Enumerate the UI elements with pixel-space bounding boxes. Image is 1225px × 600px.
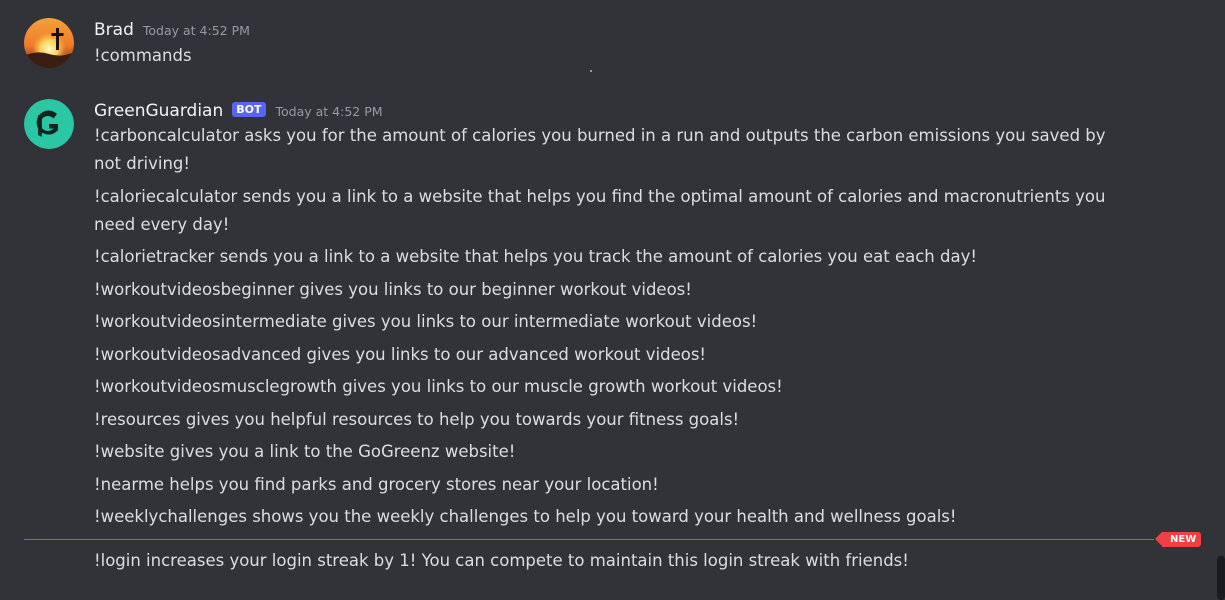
message-line: !calorietracker sends you a link to a we… [94, 247, 977, 266]
message-line: !carboncalculator asks you for the amoun… [94, 126, 1106, 173]
message-content: !commands [94, 46, 192, 65]
green-g-logo-icon [24, 99, 74, 149]
username[interactable]: Brad [94, 20, 134, 40]
message-line: !caloriecalculator sends you a link to a… [94, 186, 1106, 234]
new-messages-badge: NEW [1154, 532, 1202, 547]
message-line: !weeklychallenges shows you the weekly c… [94, 507, 957, 526]
message-line: !workoutvideosbeginner gives you links t… [94, 279, 692, 299]
timestamp[interactable]: Today at 4:52 PM [143, 23, 250, 38]
message-line: !workoutvideosadvanced gives you links t… [94, 344, 707, 364]
message-line: !nearme helps you find parks and grocery… [94, 474, 659, 494]
message-header: Brad Today at 4:52 PM [94, 20, 250, 40]
message-line: !website gives you a link to the GoGreen… [94, 442, 516, 461]
message-header: GreenGuardian BOT Today at 4:52 PM [94, 101, 383, 121]
message-line: !workoutvideosmusclegrowth gives you lin… [94, 377, 783, 396]
message-line: !workoutvideosintermediate gives you lin… [94, 312, 758, 331]
bot-message-lines: !carboncalculator asks you for the amoun… [94, 122, 1134, 536]
bot-avatar[interactable] [24, 99, 74, 149]
username[interactable]: GreenGuardian [94, 101, 223, 121]
scrollbar-thumb[interactable] [1217, 556, 1225, 600]
message-line: !resources gives you helpful resources t… [94, 409, 740, 429]
sunset-cross-icon [24, 18, 74, 68]
bot-tag: BOT [232, 102, 266, 117]
timestamp[interactable]: Today at 4:52 PM [276, 104, 383, 119]
new-messages-divider [24, 539, 1154, 540]
cursor-dot [590, 70, 592, 72]
message-content: !login increases your login streak by 1!… [94, 551, 909, 570]
chat-message-list: Brad Today at 4:52 PM !commands GreenGua… [0, 0, 1225, 600]
brad-avatar[interactable] [24, 18, 74, 68]
